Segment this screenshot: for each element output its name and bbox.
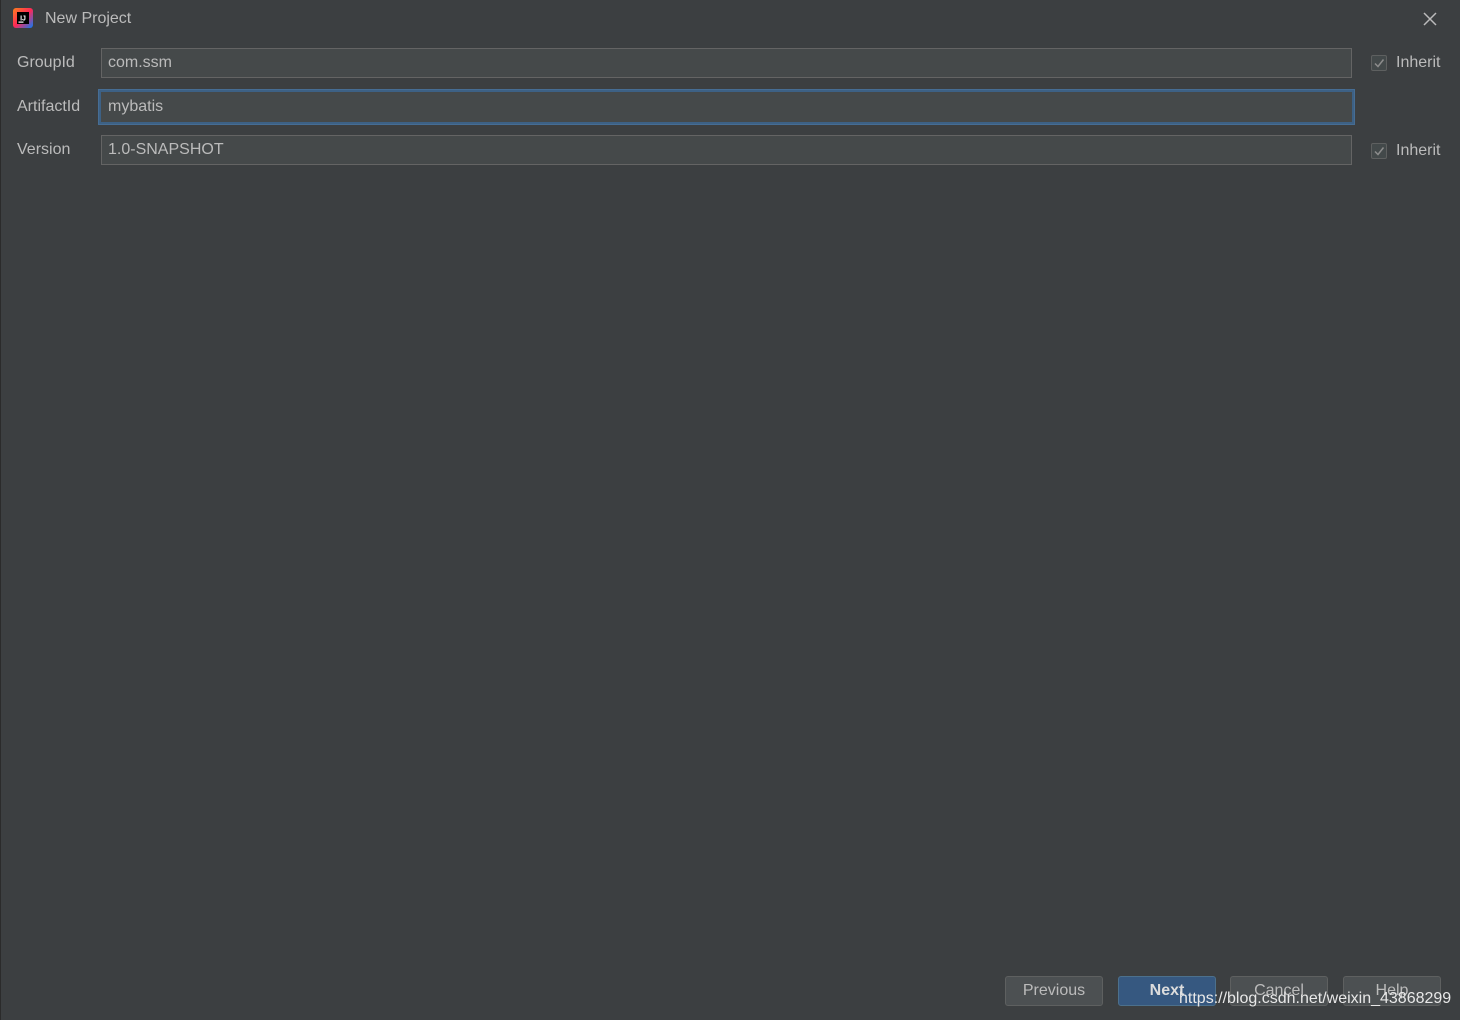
version-label: Version [17,141,71,158]
next-button[interactable]: Next [1118,976,1216,1006]
artifact-id-field[interactable] [99,90,1354,124]
group-id-inherit-checkbox[interactable]: Inherit [1371,52,1440,74]
checkmark-icon [1374,59,1385,68]
new-project-dialog: IJ New Project GroupId Inherit ArtifactI… [0,0,1460,1020]
group-id-field[interactable] [101,48,1352,78]
version-inherit-checkbox[interactable]: Inherit [1371,140,1440,162]
group-id-row: GroupId Inherit [1,47,1460,79]
title-bar: IJ New Project [1,0,1460,38]
previous-button[interactable]: Previous [1005,976,1103,1006]
group-id-label: GroupId [17,54,75,71]
version-field[interactable] [101,135,1352,165]
inherit-label: Inherit [1396,54,1441,71]
close-icon [1423,12,1437,26]
checkbox-box[interactable] [1371,143,1387,159]
help-button[interactable]: Help [1343,976,1441,1006]
artifact-id-label: ArtifactId [17,98,81,115]
close-button[interactable] [1417,6,1443,32]
checkbox-box[interactable] [1371,55,1387,71]
checkmark-icon [1374,147,1385,156]
dialog-title: New Project [45,10,132,27]
cancel-button[interactable]: Cancel [1230,976,1328,1006]
logo-text: IJ [20,16,26,23]
artifact-id-row: ArtifactId [1,90,1460,124]
inherit-label: Inherit [1396,142,1441,159]
version-row: Version Inherit [1,134,1460,166]
dialog-footer: Previous Next Cancel Help [1,970,1460,1020]
intellij-logo-icon: IJ [13,8,33,28]
